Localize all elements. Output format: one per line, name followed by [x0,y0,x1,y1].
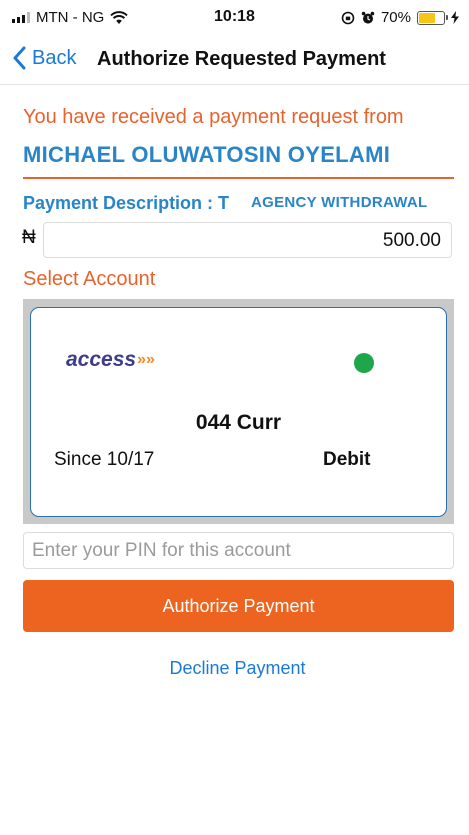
battery-icon [417,10,448,25]
divider [23,177,454,179]
bank-logo-mark: »» [137,351,155,368]
pin-input[interactable] [23,532,454,569]
account-status-dot [354,353,374,373]
bank-logo: access »» [66,348,155,372]
account-carousel: access »» 044 Curr Since 10/17 Debit [23,299,454,524]
status-bar: MTN - NG 10:18 70% [0,0,469,38]
account-type: Debit [323,449,371,470]
battery-percent: 70% [380,9,411,26]
request-intro: You have received a payment request from [23,106,404,128]
back-label: Back [32,46,77,69]
account-number: 044 Curr [195,411,282,434]
payment-description-label: Payment Description : T [23,193,230,213]
alarm-icon [361,11,375,24]
back-button[interactable]: Back [12,46,76,70]
account-since: Since 10/17 [54,449,155,470]
select-account-label: Select Account [23,268,156,290]
account-card[interactable]: access »» 044 Curr Since 10/17 Debit [30,307,447,517]
amount-value: 500.00 [382,230,441,251]
bank-logo-text: access [66,348,137,371]
authorize-payment-button[interactable]: Authorize Payment [23,580,454,632]
currency-symbol: ₦ [22,227,36,248]
payer-name: MICHAEL OLUWATOSIN OYELAMI [23,142,391,167]
payment-description-value: AGENCY WITHDRAWAL [251,194,428,211]
decline-payment-link[interactable]: Decline Payment [0,658,469,679]
page-title: Authorize Requested Payment [97,48,386,70]
amount-field: 500.00 [43,222,452,258]
orientation-lock-icon [341,11,355,24]
status-right: 70% [341,9,459,26]
nav-bar: Back Authorize Requested Payment [0,38,469,85]
chevron-left-icon [13,46,26,70]
charging-icon [451,11,459,24]
